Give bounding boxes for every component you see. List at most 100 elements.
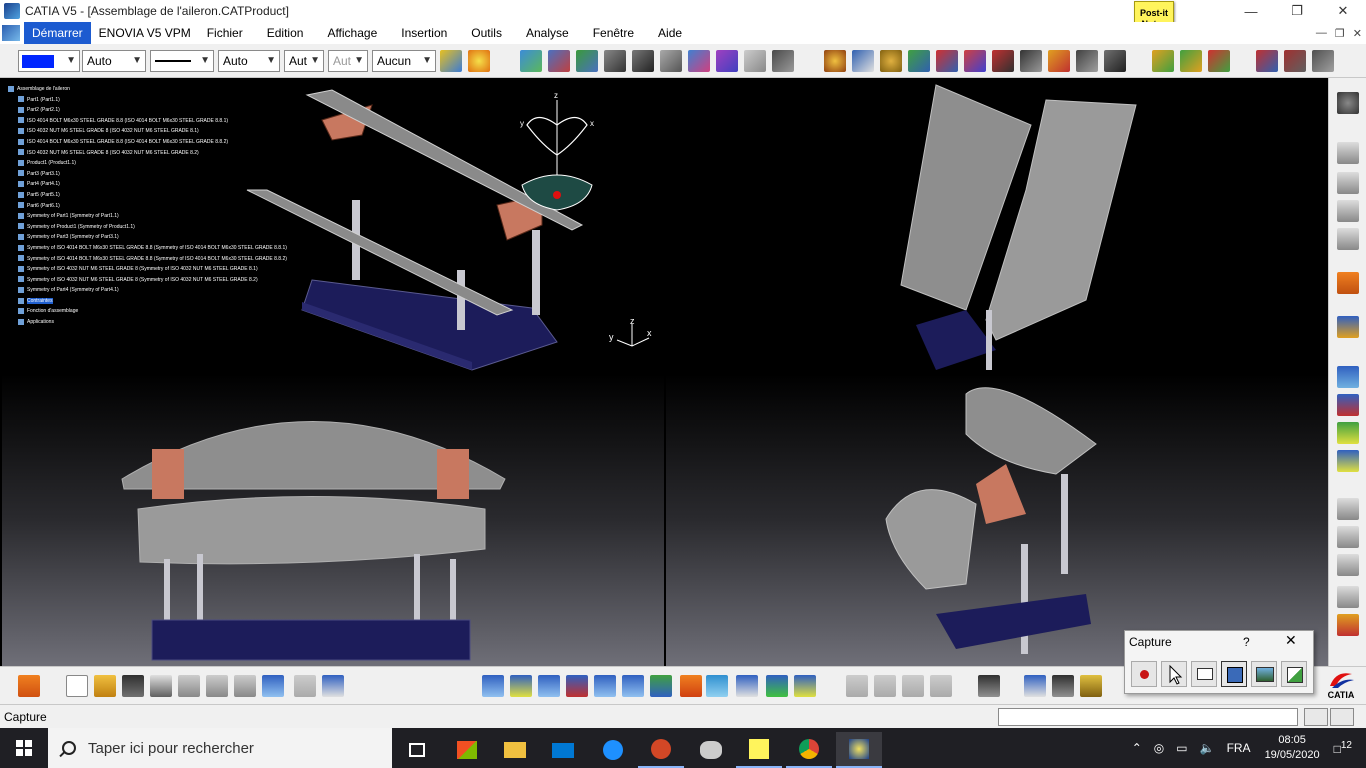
catia-task-app[interactable] [836,732,882,768]
capture-help-button[interactable]: ? [1243,635,1250,649]
format-painter-icon[interactable] [440,50,462,72]
weld-icon[interactable] [1152,50,1174,72]
store-app[interactable] [444,732,490,768]
mail-app[interactable] [540,732,586,768]
measure-inertia-icon[interactable] [1080,675,1102,697]
paint-app[interactable] [688,732,734,768]
point-type-combo[interactable]: Aut ▼ [284,50,324,72]
file-explorer-app[interactable] [492,732,538,768]
menu-fenetre[interactable]: Fenêtre [585,22,642,44]
paste-icon[interactable] [234,675,256,697]
menu-fichier[interactable]: Fichier [199,22,251,44]
thickness-combo[interactable]: Auto ▼ [218,50,280,72]
sectioning-icon[interactable] [1104,50,1126,72]
abc-annotation-icon[interactable] [1337,526,1359,548]
volume-icon[interactable]: 🔈 [1200,741,1215,755]
coincidence-icon[interactable] [548,50,570,72]
quick-constraint-icon[interactable] [688,50,710,72]
network-icon[interactable]: ◎ [1154,741,1164,755]
replace-component-icon[interactable] [1337,172,1359,194]
bill-of-material-icon[interactable] [1284,50,1306,72]
language-indicator[interactable]: FRA [1227,741,1251,755]
disabled-tool-icon[interactable] [874,675,896,697]
isometric-view-pane[interactable]: Assemblage de l'aileron Part1 (Part1.1) Pa… [2,80,664,372]
iso-view-icon[interactable] [706,675,728,697]
scenes-icon[interactable] [1048,50,1070,72]
layer-combo[interactable]: Aucun ▼ [372,50,436,72]
line-style-combo[interactable]: ▼ [150,50,214,72]
fix-together-icon[interactable] [660,50,682,72]
menu-aide[interactable]: Aide [650,22,690,44]
close-button[interactable]: ✕ [1320,0,1366,22]
fix-component-icon[interactable] [520,50,542,72]
status-button-2[interactable] [1330,708,1354,726]
save-icon[interactable] [122,675,144,697]
capture-close-button[interactable]: ✕ [1285,632,1297,649]
tag-icon[interactable] [1337,586,1359,608]
3d-viewport[interactable]: Assemblage de l'aileron Part1 (Part1.1) Pa… [0,78,1328,666]
axis-system-icon[interactable] [1337,498,1359,520]
zoom-out-icon[interactable] [622,675,644,697]
menu-edition[interactable]: Edition [259,22,312,44]
select-mode-button[interactable] [1161,661,1187,687]
mdi-close-button[interactable]: ✕ [1353,27,1362,40]
powerpoint-app[interactable] [638,732,684,768]
update-icon[interactable] [846,675,868,697]
hide-show-icon[interactable] [1337,394,1359,416]
new-document-icon[interactable] [66,675,88,697]
rotate-icon[interactable] [566,675,588,697]
disabled-tool-icon[interactable] [902,675,924,697]
mdi-minimize-button[interactable]: — [1316,27,1327,39]
graphic-properties-icon[interactable] [468,50,490,72]
multi-view-icon[interactable] [680,675,702,697]
fly-mode-icon[interactable] [1337,316,1359,338]
contact-icon[interactable] [576,50,598,72]
front-view-pane[interactable] [2,374,664,666]
tools-palette-icon[interactable] [978,675,1000,697]
reuse-pattern-icon[interactable] [772,50,794,72]
catalog-icon[interactable] [1180,50,1202,72]
select-arrow-icon[interactable] [1337,272,1359,294]
menu-insertion[interactable]: Insertion [393,22,455,44]
measure-item-icon[interactable] [1052,675,1074,697]
apply-material-icon[interactable] [1337,366,1359,388]
capture-options-button[interactable] [1191,661,1217,687]
maximize-button[interactable]: ❐ [1274,0,1320,22]
chevron-up-icon[interactable]: ⌃ [1132,741,1142,755]
start-button[interactable] [0,728,48,768]
menu-affichage[interactable]: Affichage [319,22,385,44]
publication-icon[interactable] [1256,50,1278,72]
help-icon[interactable] [322,675,344,697]
manipulate-icon[interactable] [908,50,930,72]
fit-all-in-icon[interactable] [510,675,532,697]
disabled-tool-icon[interactable] [930,675,952,697]
shading-icon[interactable] [736,675,758,697]
minimize-button[interactable]: — [1228,0,1274,22]
normal-view-icon[interactable] [650,675,672,697]
linetype-combo[interactable]: Auto ▼ [82,50,146,72]
generate-cgr-icon[interactable] [1337,228,1359,250]
light-source-icon[interactable] [1337,450,1359,472]
side-view-pane[interactable] [666,80,1328,372]
new-product-icon[interactable] [852,50,874,72]
swap-visible-space-icon[interactable] [794,675,816,697]
clock[interactable]: 08:05 19/05/2020 [1265,733,1320,763]
workbench-icon[interactable] [1337,92,1359,114]
zoom-in-icon[interactable] [594,675,616,697]
hide-show-icon[interactable] [766,675,788,697]
edit-capture-button[interactable] [1281,661,1307,687]
edge-app[interactable] [590,732,636,768]
undo-icon[interactable] [262,675,284,697]
graph-tree-icon[interactable] [1337,200,1359,222]
knowledge-icon[interactable] [1208,50,1230,72]
document-menu-icon[interactable] [2,25,20,41]
screen-mode-button[interactable] [1221,661,1247,687]
pan-icon[interactable] [538,675,560,697]
offset-icon[interactable] [604,50,626,72]
new-part-icon[interactable] [880,50,902,72]
mdi-restore-button[interactable]: ❐ [1335,27,1345,40]
existing-component-icon[interactable] [824,50,846,72]
command-input[interactable] [998,708,1298,726]
battery-icon[interactable]: ▭ [1176,741,1187,755]
angle-icon[interactable] [632,50,654,72]
